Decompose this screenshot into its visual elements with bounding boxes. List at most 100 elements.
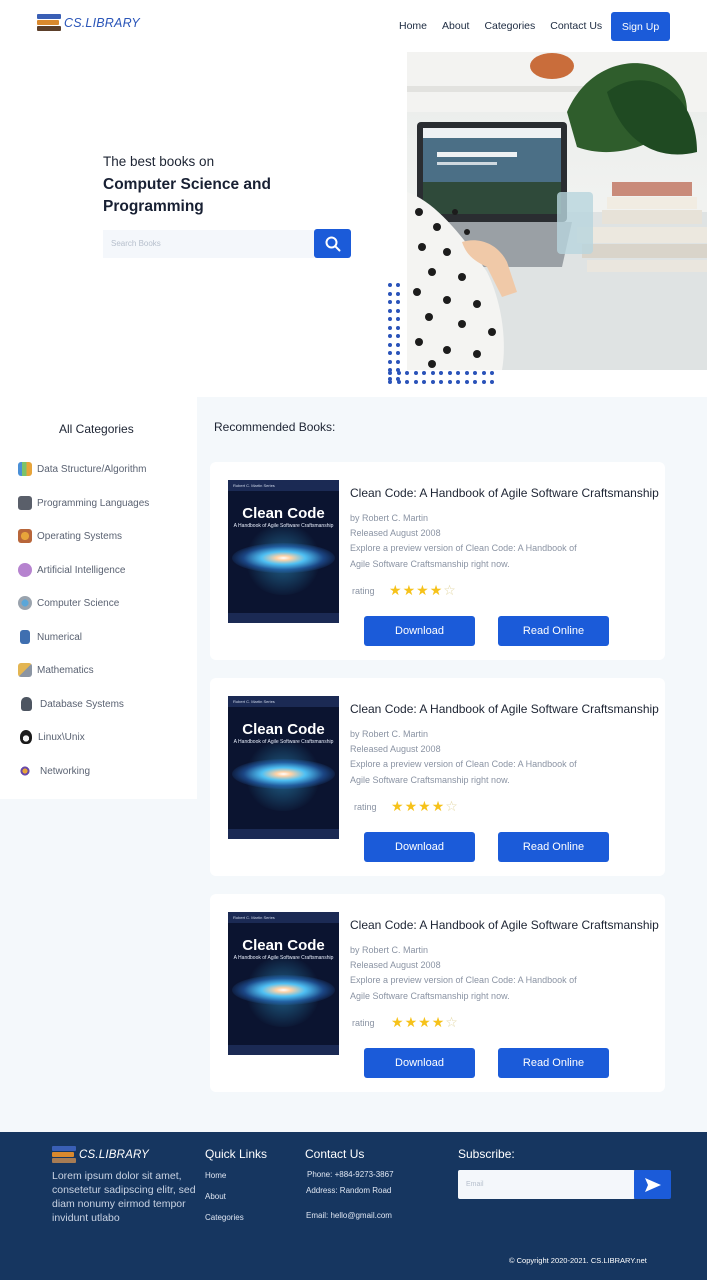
star-filled-icon: ★ [416,582,429,598]
sign-up-button[interactable]: Sign Up [611,12,670,41]
sidebar-item-data-structure[interactable]: Data Structure/Algorithm [18,462,147,476]
download-button[interactable]: Download [364,616,475,646]
books-logo-icon [37,14,61,31]
recommended-title: Recommended Books: [214,420,336,434]
book-card: Robert C. Martin Series Clean Code A Han… [210,678,665,876]
star-filled-icon: ★ [402,582,416,598]
logo-text: CS.LIBRARY [64,15,140,30]
footer-link-about[interactable]: About [205,1192,226,1201]
sidebar-item-ai[interactable]: Artificial Intelligence [18,563,125,577]
sidebar-item-computer-science[interactable]: Computer Science [18,596,119,610]
ruler-pencil-icon [18,663,32,677]
nav-link-home[interactable]: Home [399,20,427,32]
sidebar-item-database[interactable]: Database Systems [18,697,124,711]
star-filled-icon: ★ [418,1014,431,1030]
quick-links-title: Quick Links [205,1147,268,1161]
sidebar-item-linux[interactable]: Linux\Unix [18,730,85,744]
star-rating: ★ ★ ★ ★ ☆ [389,582,456,598]
star-empty-icon: ☆ [445,1014,458,1030]
nav-link-about[interactable]: About [442,20,469,32]
book-card: Robert C. Martin Series Clean Code A Han… [210,462,665,660]
nav-link-contact[interactable]: Contact Us [550,20,602,32]
footer-link-home[interactable]: Home [205,1171,226,1180]
read-online-button[interactable]: Read Online [498,616,609,646]
book-author: by Robert C. Martin [350,513,429,523]
hero-subtitle: The best books on [103,154,215,169]
contact-address: Address: Random Road [306,1186,392,1195]
book-released: Released August 2008 [350,528,441,538]
star-rating: ★ ★ ★ ★ ☆ [391,798,458,814]
hero-image [407,52,707,370]
nav-link-categories[interactable]: Categories [484,20,535,32]
book-title[interactable]: Clean Code: A Handbook of Agile Software… [350,918,659,932]
sidebar-item-operating-systems[interactable]: Operating Systems [18,529,122,543]
rating-label: rating [352,586,375,596]
footer-link-categories[interactable]: Categories [205,1213,244,1222]
search-icon [325,236,340,251]
chart-icon [18,462,32,476]
search-button[interactable] [314,229,351,258]
sidebar-item-numerical[interactable]: Numerical [18,630,82,644]
star-filled-icon: ★ [431,1014,445,1030]
star-filled-icon: ★ [431,798,445,814]
database-icon [21,697,32,711]
brain-icon [18,563,32,577]
book-description-cont: Agile Software Craftsmanship right now. [350,775,510,785]
star-filled-icon: ★ [391,1014,404,1030]
subscribe-button[interactable] [634,1170,671,1199]
book-cover[interactable]: Robert C. Martin Series Clean Code A Han… [228,912,339,1055]
book-title[interactable]: Clean Code: A Handbook of Agile Software… [350,702,659,716]
read-online-button[interactable]: Read Online [498,832,609,862]
rating-label: rating [352,1018,375,1028]
book-description: Explore a preview version of Clean Code:… [350,543,577,553]
footer-logo[interactable]: CS.LIBRARY [52,1146,149,1163]
contact-email[interactable]: Email: hello@gmail.com [306,1211,392,1220]
book-title[interactable]: Clean Code: A Handbook of Agile Software… [350,486,659,500]
categories-title: All Categories [59,422,134,436]
star-rating: ★ ★ ★ ★ ☆ [391,1014,458,1030]
book-cover[interactable]: Robert C. Martin Series Clean Code A Han… [228,696,339,839]
book-released: Released August 2008 [350,744,441,754]
copyright-text: © Copyright 2020-2021. CS.LIBRARY.net [509,1256,647,1265]
book-released: Released August 2008 [350,960,441,970]
code-window-icon [18,496,32,510]
star-filled-icon: ★ [389,582,402,598]
star-filled-icon: ★ [418,798,431,814]
book-description: Explore a preview version of Clean Code:… [350,759,577,769]
contact-title: Contact Us [305,1147,365,1161]
top-navbar: CS.LIBRARY Home About Categories Contact… [0,0,707,52]
read-online-button[interactable]: Read Online [498,1048,609,1078]
subscribe-email-input[interactable]: Email [458,1170,635,1199]
star-filled-icon: ★ [404,798,418,814]
contact-phone: Phone: +884-9273-3867 [307,1170,394,1179]
books-logo-icon [52,1146,76,1163]
search-input[interactable]: Search Books [103,230,314,258]
book-description-cont: Agile Software Craftsmanship right now. [350,559,510,569]
send-icon [644,1177,661,1192]
footer-description: Lorem ipsum dolor sit amet, consetetur s… [52,1170,196,1224]
star-filled-icon: ★ [429,582,443,598]
subscribe-title: Subscribe: [458,1147,515,1161]
book-cover[interactable]: Robert C. Martin Series Clean Code A Han… [228,480,339,623]
network-nodes-icon [18,764,32,778]
book-card: Robert C. Martin Series Clean Code A Han… [210,894,665,1092]
star-empty-icon: ☆ [445,798,458,814]
star-filled-icon: ★ [391,798,404,814]
os-grid-icon [18,529,32,543]
site-logo[interactable]: CS.LIBRARY [37,14,140,31]
sidebar-item-mathematics[interactable]: Mathematics [18,663,94,677]
nav-links: Home About Categories Contact Us [399,20,602,32]
sidebar-item-networking[interactable]: Networking [18,764,90,778]
book-author: by Robert C. Martin [350,729,429,739]
penguin-icon [20,730,32,744]
star-filled-icon: ★ [404,1014,418,1030]
download-button[interactable]: Download [364,1048,475,1078]
star-empty-icon: ☆ [443,582,456,598]
book-description: Explore a preview version of Clean Code:… [350,975,577,985]
book-author: by Robert C. Martin [350,945,429,955]
sidebar-item-programming[interactable]: Programming Languages [18,496,149,510]
hero-title: Computer Science and Programming [103,176,271,215]
download-button[interactable]: Download [364,832,475,862]
calculator-icon [20,630,30,644]
rating-label: rating [354,802,377,812]
